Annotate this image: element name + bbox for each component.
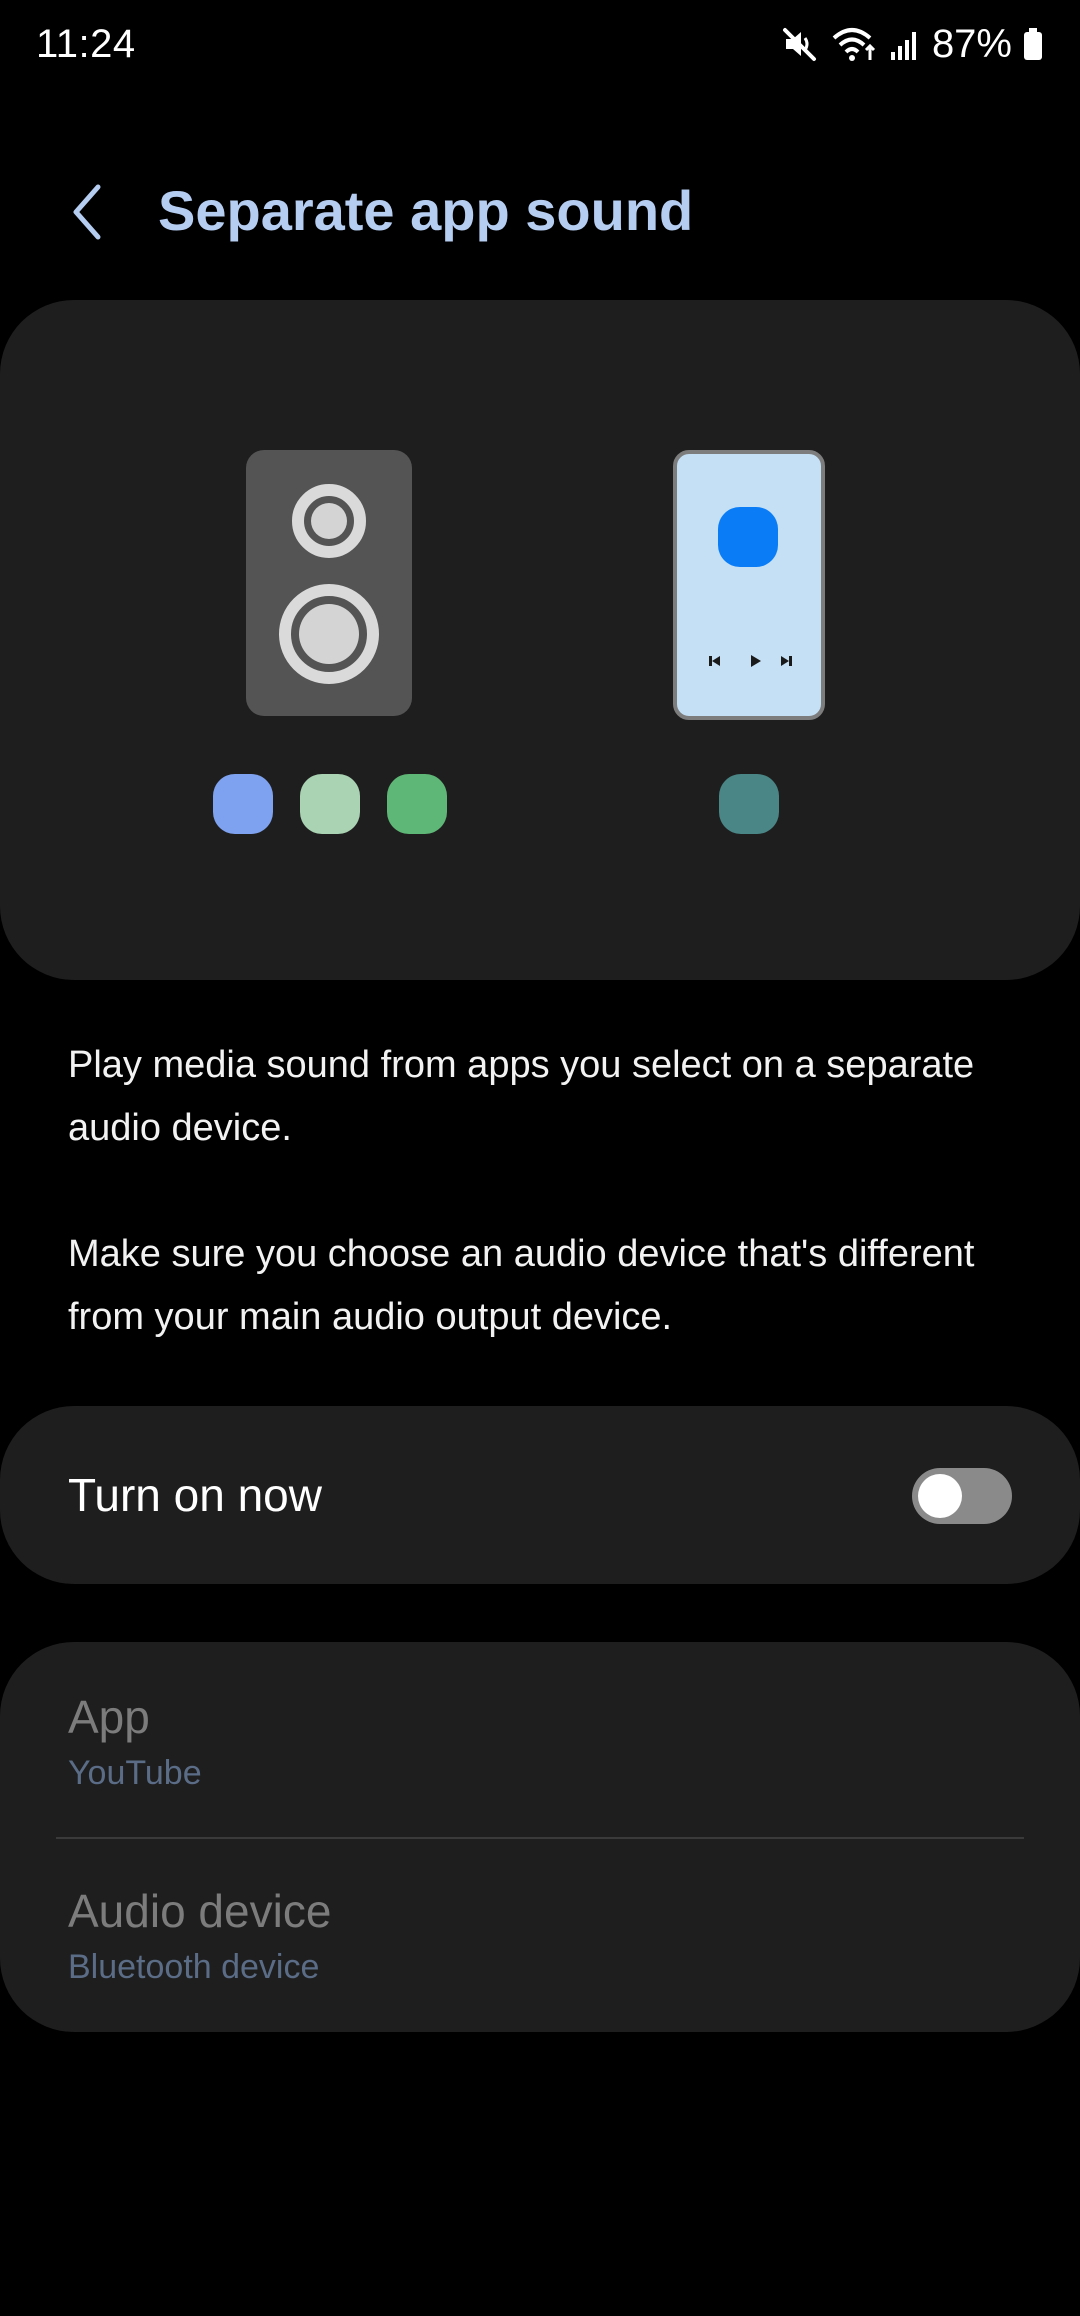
audio-device-title: Audio device — [68, 1885, 332, 1937]
toggle-label: Turn on now — [68, 1469, 322, 1521]
status-bar: 11:24 87% — [0, 0, 1080, 96]
app-value: YouTube — [68, 1754, 202, 1792]
phone-illustration — [673, 450, 825, 720]
battery-icon — [1024, 28, 1042, 60]
audio-device-value: Bluetooth device — [68, 1948, 320, 1986]
speaker-illustration — [246, 450, 412, 716]
description-paragraph-2: Make sure you choose an audio device tha… — [68, 1233, 975, 1338]
speaker-app-dot-1 — [213, 774, 273, 834]
speaker-app-dot-3 — [387, 774, 447, 834]
header: Separate app sound — [0, 160, 1080, 260]
signal-icon — [890, 32, 916, 60]
illustration — [213, 450, 825, 834]
speaker-app-dot-2 — [300, 774, 360, 834]
chevron-left-icon — [73, 184, 101, 240]
audio-device-setting-row[interactable]: Audio device Bluetooth device — [0, 1838, 1080, 2028]
mute-icon — [782, 28, 816, 61]
battery-percent: 87% — [931, 21, 1012, 66]
app-setting-row[interactable]: App YouTube — [0, 1642, 1080, 1832]
status-icons: 87% — [780, 20, 1044, 68]
app-title: App — [68, 1691, 150, 1743]
turn-on-switch[interactable] — [912, 1468, 1012, 1524]
settings-card: App YouTube Audio device Bluetooth devic… — [0, 1642, 1080, 2032]
phone-app-dot — [719, 774, 779, 834]
back-button[interactable] — [56, 180, 120, 244]
turn-on-now-row[interactable]: Turn on now — [0, 1406, 1080, 1584]
status-time: 11:24 — [36, 22, 136, 66]
page-title: Separate app sound — [158, 179, 694, 242]
switch-knob — [918, 1474, 962, 1518]
description-paragraph-1: Play media sound from apps you select on… — [68, 1044, 975, 1149]
phone-app-icon — [718, 507, 778, 567]
wifi-icon — [832, 28, 875, 61]
illustration-card — [0, 300, 1080, 980]
